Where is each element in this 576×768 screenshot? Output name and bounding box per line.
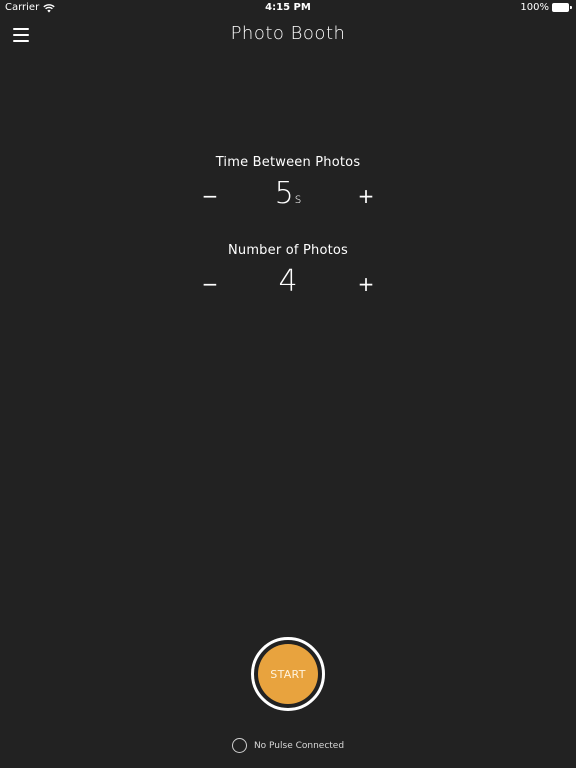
number-of-photos-label: Number of Photos	[227, 243, 349, 258]
time-between-number: 5	[274, 176, 294, 211]
status-bar: Carrier 4:15 PM 100%	[0, 0, 576, 18]
battery-info: 100%	[520, 2, 572, 13]
time-between-unit: s	[294, 192, 302, 207]
time-increment-button[interactable]: +	[351, 181, 381, 211]
pulse-status-icon	[231, 738, 247, 753]
start-button[interactable]: START	[251, 637, 325, 711]
photos-increment-button[interactable]: +	[351, 269, 381, 299]
pulse-status-text: No Pulse Connected	[253, 740, 345, 751]
battery-percent: 100%	[520, 2, 549, 13]
battery-icon	[552, 3, 572, 12]
page-title: Photo Booth	[230, 23, 346, 44]
pulse-status: No Pulse Connected	[0, 738, 576, 753]
start-button-label: START	[258, 644, 318, 704]
status-time: 4:15 PM	[265, 2, 311, 13]
time-between-label: Time Between Photos	[215, 155, 361, 170]
